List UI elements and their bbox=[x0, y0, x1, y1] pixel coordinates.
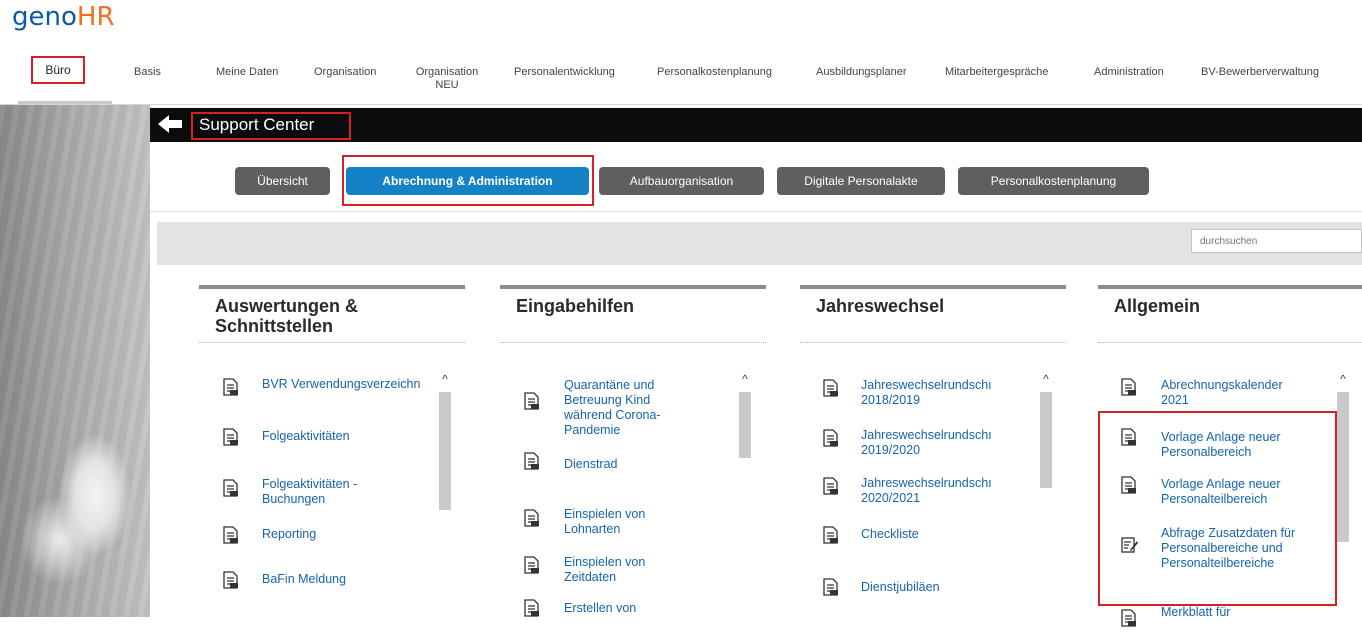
document-icon bbox=[524, 392, 540, 410]
tab-aufbauorganisation[interactable]: Aufbauorganisation bbox=[599, 167, 764, 195]
scroll-up-icon[interactable]: ^ bbox=[438, 372, 452, 386]
nav-item-mitarbeitergespraeche[interactable]: Mitarbeitergespräche bbox=[945, 66, 1048, 79]
nav-item-bv-bewerberverwaltung[interactable]: BV-Bewerberverwaltung bbox=[1201, 66, 1319, 79]
panel-scrollbar[interactable]: ^ bbox=[1039, 372, 1053, 617]
scroll-up-icon[interactable]: ^ bbox=[1039, 372, 1053, 386]
document-icon bbox=[524, 452, 540, 470]
panel-auswertungen: Auswertungen & Schnittstellen ^ bbox=[199, 285, 465, 617]
panel-divider bbox=[199, 342, 465, 343]
entry-bafin-meldung[interactable]: BaFin Meldung bbox=[262, 572, 432, 587]
search-input[interactable] bbox=[1191, 229, 1362, 253]
entry-jahreswechsel-2019-2020[interactable]: Jahreswechselrundschı 2019/2020 bbox=[861, 428, 1011, 458]
panel-title: Allgemein bbox=[1114, 296, 1201, 316]
panel-title: Eingabehilfen bbox=[516, 296, 635, 316]
nav-divider bbox=[0, 104, 1362, 105]
nav-item-ausbildungsplaner[interactable]: Ausbildungsplaner bbox=[816, 66, 907, 79]
document-icon bbox=[823, 379, 839, 397]
main-navigation: Büro Basis Meine Daten Organisation Orga… bbox=[0, 52, 1362, 104]
nav-item-administration[interactable]: Administration bbox=[1094, 66, 1164, 79]
nav-item-organisation-neu[interactable]: Organisation NEU bbox=[410, 66, 484, 92]
panel-topbar bbox=[1098, 285, 1362, 289]
entry-erstellen-von[interactable]: Erstellen von bbox=[564, 601, 724, 616]
panel-title: Auswertungen & Schnittstellen bbox=[215, 296, 359, 336]
background-image bbox=[0, 105, 150, 617]
tabs-divider bbox=[150, 211, 1362, 212]
document-icon bbox=[823, 429, 839, 447]
entry-einspielen-lohnarten[interactable]: Einspielen von Lohnarten bbox=[564, 507, 674, 537]
nav-item-personalentwicklung[interactable]: Personalentwicklung bbox=[514, 66, 615, 79]
scroll-thumb[interactable] bbox=[1040, 392, 1052, 488]
document-icon bbox=[524, 599, 540, 617]
active-tab-highlight bbox=[342, 155, 594, 206]
panel-topbar bbox=[199, 285, 465, 289]
document-icon bbox=[524, 509, 540, 527]
entries-highlight bbox=[1098, 411, 1337, 606]
back-arrow-icon[interactable] bbox=[156, 112, 184, 136]
logo-hr: HR bbox=[76, 2, 115, 32]
entry-jahreswechsel-2018-2019[interactable]: Jahreswechselrundschı 2018/2019 bbox=[861, 378, 1011, 408]
panel-divider bbox=[800, 342, 1066, 343]
document-icon bbox=[823, 578, 839, 596]
nav-item-meine-daten[interactable]: Meine Daten bbox=[216, 66, 278, 79]
document-icon bbox=[223, 571, 239, 589]
entry-merkblatt-fuer[interactable]: Merkblatt für bbox=[1161, 605, 1311, 620]
entry-abrechnungskalender-2021[interactable]: Abrechnungskalender 2021 bbox=[1161, 378, 1311, 408]
panel-topbar bbox=[500, 285, 766, 289]
nav-item-basis[interactable]: Basis bbox=[134, 66, 161, 79]
entry-dienstrad[interactable]: Dienstrad bbox=[564, 457, 724, 472]
document-icon bbox=[1121, 378, 1137, 396]
nav-item-buero[interactable]: Büro bbox=[31, 56, 85, 84]
document-icon bbox=[1121, 609, 1137, 627]
panel-scrollbar[interactable]: ^ bbox=[738, 372, 752, 617]
scroll-up-icon[interactable]: ^ bbox=[1336, 372, 1350, 386]
panel-scrollbar[interactable]: ^ bbox=[1336, 372, 1350, 617]
genohr-logo[interactable]: genoHR bbox=[12, 2, 115, 32]
scroll-thumb[interactable] bbox=[439, 392, 451, 510]
scroll-up-icon[interactable]: ^ bbox=[738, 372, 752, 386]
entry-folgeaktivitaeten[interactable]: Folgeaktivitäten bbox=[262, 429, 432, 444]
document-icon bbox=[823, 477, 839, 495]
tab-uebersicht[interactable]: Übersicht bbox=[235, 167, 330, 195]
panel-title: Jahreswechsel bbox=[816, 296, 945, 316]
document-icon bbox=[223, 526, 239, 544]
document-icon bbox=[524, 556, 540, 574]
tab-personalkostenplanung[interactable]: Personalkostenplanung bbox=[958, 167, 1149, 195]
nav-item-organisation[interactable]: Organisation bbox=[314, 66, 376, 79]
document-icon bbox=[823, 526, 839, 544]
entry-reporting[interactable]: Reporting bbox=[262, 527, 432, 542]
document-icon bbox=[223, 428, 239, 446]
panel-divider bbox=[500, 342, 766, 343]
panel-divider bbox=[1098, 342, 1362, 343]
entry-quarantaene-betreuung[interactable]: Quarantäne und Betreuung Kind während Co… bbox=[564, 378, 692, 438]
tab-digitale-personalakte[interactable]: Digitale Personalakte bbox=[777, 167, 945, 195]
document-icon bbox=[223, 479, 239, 497]
scroll-thumb[interactable] bbox=[739, 392, 751, 458]
entry-dienstjubilaeen[interactable]: Dienstjubiläen bbox=[861, 580, 1011, 595]
nav-item-personalkostenplanung[interactable]: Personalkostenplanung bbox=[657, 66, 772, 79]
search-bar bbox=[157, 222, 1362, 265]
panel-topbar bbox=[800, 285, 1066, 289]
entry-einspielen-zeitdaten[interactable]: Einspielen von Zeitdaten bbox=[564, 555, 674, 585]
scroll-thumb[interactable] bbox=[1337, 392, 1349, 542]
entry-checkliste[interactable]: Checkliste bbox=[861, 527, 1011, 542]
panel-scrollbar[interactable]: ^ bbox=[438, 372, 452, 617]
page-title: Support Center bbox=[191, 112, 351, 140]
entry-bvr-verwendungsverzeichnis[interactable]: BVR Verwendungsverzeichn bbox=[262, 377, 432, 392]
document-icon bbox=[223, 378, 239, 396]
entry-folgeaktivitaeten-buchungen[interactable]: Folgeaktivitäten - Buchungen bbox=[262, 477, 382, 507]
logo-geno: geno bbox=[12, 2, 77, 32]
entry-jahreswechsel-2020-2021[interactable]: Jahreswechselrundschı 2020/2021 bbox=[861, 476, 1011, 506]
